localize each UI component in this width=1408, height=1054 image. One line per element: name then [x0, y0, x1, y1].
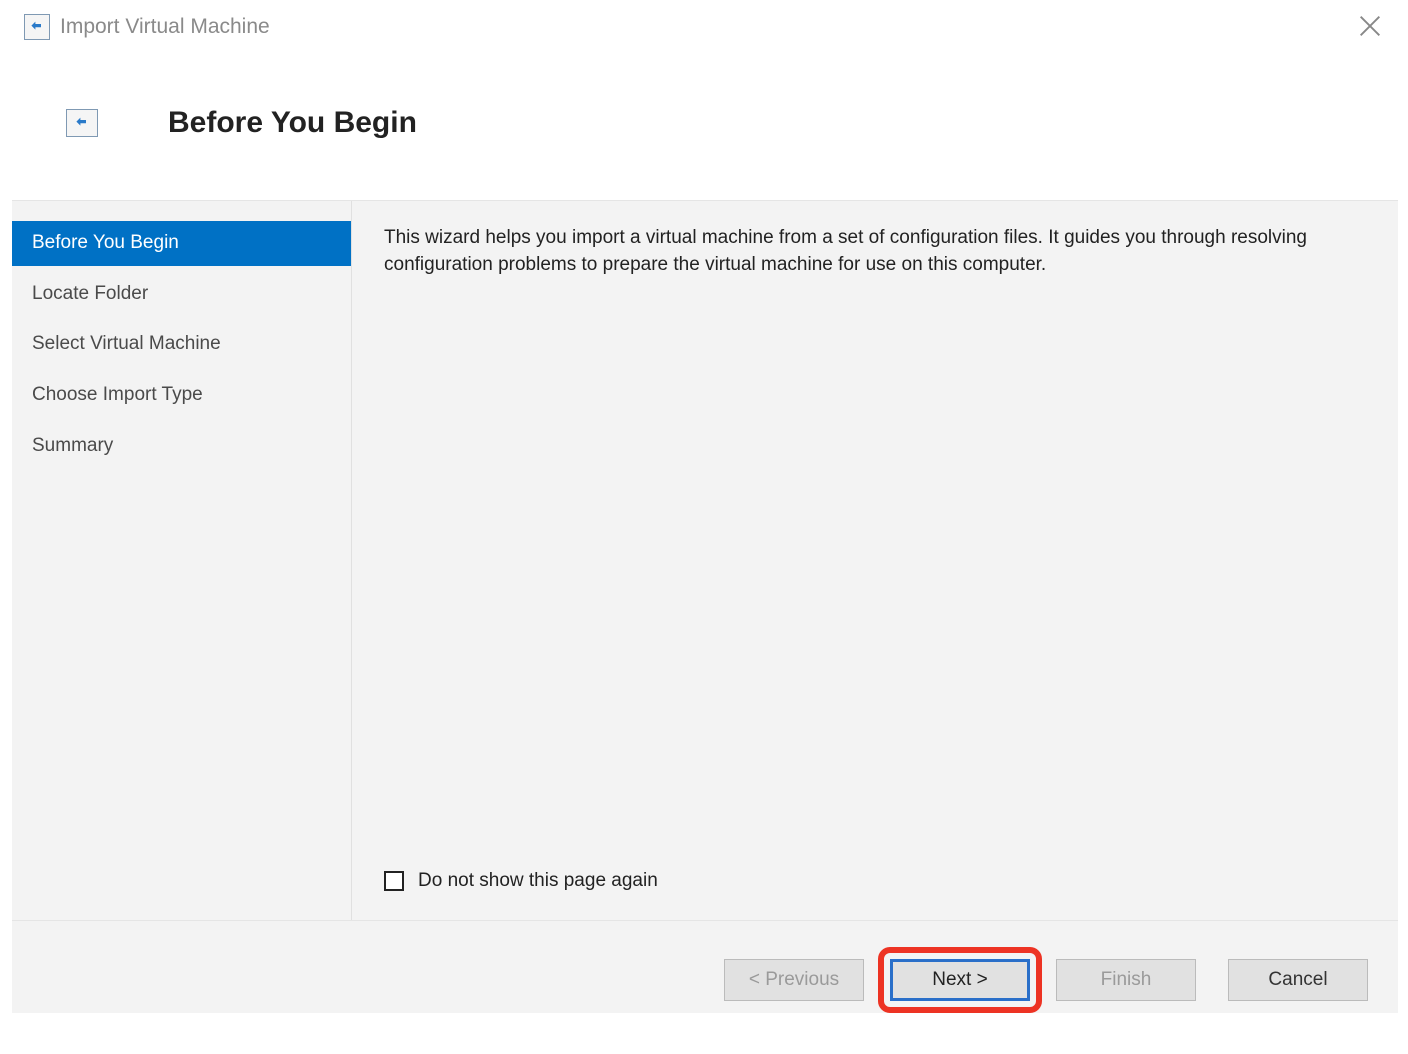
previous-button-label: < Previous [749, 969, 839, 991]
sidebar-item-choose-import-type[interactable]: Choose Import Type [12, 373, 351, 418]
cancel-button[interactable]: Cancel [1228, 959, 1368, 1001]
sidebar-item-label: Locate Folder [32, 283, 148, 304]
sidebar-item-before-you-begin[interactable]: Before You Begin [12, 221, 351, 266]
sidebar-item-label: Select Virtual Machine [32, 333, 221, 354]
previous-button: < Previous [724, 959, 864, 1001]
title-bar: Import Virtual Machine [12, 10, 1398, 58]
finish-button-label: Finish [1101, 969, 1152, 991]
cancel-button-label: Cancel [1268, 969, 1327, 991]
wizard-footer: < Previous Next > Finish Cancel [12, 921, 1398, 1013]
import-arrow-icon [24, 14, 50, 40]
sidebar-item-label: Choose Import Type [32, 384, 203, 405]
sidebar-item-summary[interactable]: Summary [12, 424, 351, 469]
close-icon[interactable] [1356, 12, 1384, 40]
next-button[interactable]: Next > [890, 959, 1030, 1001]
wizard-step-list: Before You Begin Locate Folder Select Vi… [12, 201, 352, 920]
wizard-body: Before You Begin Locate Folder Select Vi… [12, 201, 1398, 921]
description-text: This wizard helps you import a virtual m… [384, 225, 1358, 278]
page-title: Before You Begin [168, 106, 417, 140]
dont-show-again-row: Do not show this page again [384, 870, 1358, 892]
next-button-label: Next > [932, 969, 987, 991]
dont-show-again-checkbox[interactable] [384, 871, 404, 891]
sidebar-item-select-virtual-machine[interactable]: Select Virtual Machine [12, 322, 351, 367]
sidebar-item-label: Summary [32, 435, 113, 456]
next-button-highlight: Next > [878, 947, 1042, 1013]
finish-button: Finish [1056, 959, 1196, 1001]
dont-show-again-label: Do not show this page again [418, 870, 658, 892]
import-arrow-icon [66, 109, 98, 137]
sidebar-item-label: Before You Begin [32, 232, 179, 253]
wizard-content: This wizard helps you import a virtual m… [352, 201, 1398, 920]
sidebar-item-locate-folder[interactable]: Locate Folder [12, 272, 351, 317]
wizard-header: Before You Begin [12, 58, 1398, 201]
window-title: Import Virtual Machine [60, 15, 270, 39]
